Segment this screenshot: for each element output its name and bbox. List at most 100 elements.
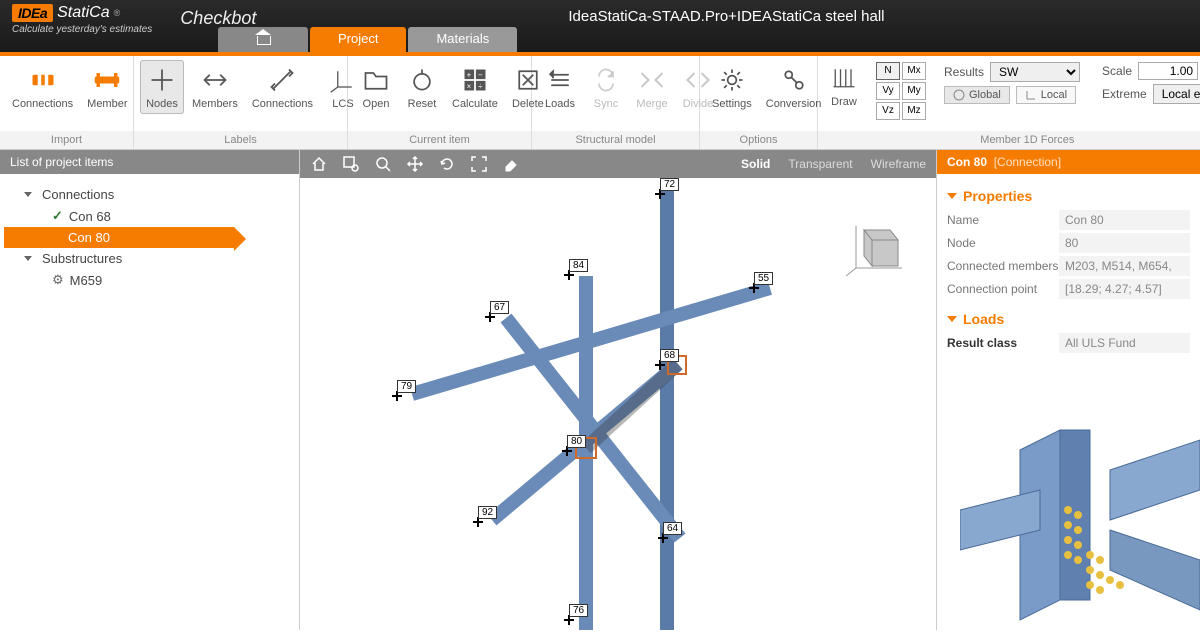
axis-vz-button[interactable]: Vz (876, 102, 900, 120)
import-connections-button[interactable]: Connections (6, 60, 79, 114)
mode-transparent[interactable]: Transparent (788, 157, 852, 171)
panel-header: Con 80 [Connection] (937, 150, 1200, 174)
tab-home[interactable] (218, 27, 308, 52)
axis-my-button[interactable]: My (902, 82, 926, 100)
node-label: 68 (660, 349, 679, 362)
tab-project[interactable]: Project (310, 27, 406, 52)
tree-item-con68[interactable]: ✓Con 68 (4, 205, 295, 227)
prop-name-value[interactable]: Con 80 (1059, 210, 1190, 230)
rotate-button[interactable] (438, 155, 456, 173)
prop-point: Connection point[18.29; 4.27; 4.57] (947, 279, 1190, 299)
prop-node: Node80 (947, 233, 1190, 253)
reset-button[interactable]: Reset (400, 60, 444, 114)
nodes-icon (146, 64, 178, 96)
app-name: Checkbot (180, 8, 256, 29)
results-select[interactable]: SW (990, 62, 1080, 82)
results-label: Results (944, 65, 984, 79)
tree-substructures-group[interactable]: Substructures (4, 248, 295, 269)
mode-wireframe[interactable]: Wireframe (871, 157, 926, 171)
global-button[interactable]: Global (944, 86, 1010, 104)
logo-block: IDEa StatiCa ® Calculate yesterday's est… (12, 4, 152, 35)
axis-n-button[interactable]: N (876, 62, 900, 80)
node-label: 64 (663, 522, 682, 535)
section-loads[interactable]: Loads (947, 311, 1190, 327)
panel-title: Con 80 (947, 155, 987, 169)
svg-text:×: × (467, 82, 472, 91)
home-view-button[interactable] (310, 155, 328, 173)
ribbon-label-member1d: Member 1D Forces (818, 131, 1200, 149)
sidebar: List of project items Connections ✓Con 6… (0, 150, 300, 630)
loads-icon (544, 64, 576, 96)
tree-connections-group[interactable]: Connections (4, 184, 295, 205)
tree-item-con80[interactable]: Con 80 (4, 227, 234, 248)
ribbon-group-import: Connections Member Import (0, 56, 134, 149)
labels-connections-icon (266, 64, 298, 96)
settings-button[interactable]: Settings (706, 60, 758, 114)
fit-button[interactable] (470, 155, 488, 173)
pan-button[interactable] (406, 155, 424, 173)
calculate-label: Calculate (452, 98, 498, 110)
draw-button[interactable]: Draw (822, 58, 866, 112)
scale-input[interactable] (1138, 62, 1198, 80)
axes-icon (1025, 89, 1037, 101)
check-icon: ✓ (52, 208, 63, 224)
axis-mx-button[interactable]: Mx (902, 62, 926, 80)
sync-button[interactable]: Sync (584, 60, 628, 114)
merge-button[interactable]: Merge (630, 60, 674, 114)
extreme-select[interactable]: Local extre… (1153, 84, 1200, 104)
node-label: 55 (754, 272, 773, 285)
mode-solid[interactable]: Solid (741, 157, 770, 171)
svg-text:+: + (467, 70, 472, 79)
calculate-button[interactable]: +−×÷Calculate (446, 60, 504, 114)
axis-mz-button[interactable]: Mz (902, 102, 926, 120)
open-button[interactable]: Open (354, 60, 398, 114)
loads-button[interactable]: Loads (538, 60, 582, 114)
import-member-button[interactable]: Member (81, 60, 133, 114)
result-class-value[interactable]: All ULS Fund (1059, 333, 1190, 353)
local-button[interactable]: Local (1016, 86, 1076, 104)
titlebar: IDEa StatiCa ® Calculate yesterday's est… (0, 0, 1200, 52)
properties-panel: Con 80 [Connection] Properties NameCon 8… (936, 150, 1200, 630)
zoom-button[interactable] (374, 155, 392, 173)
trademark-icon: ® (114, 8, 121, 18)
loads-label: Loads (545, 98, 575, 110)
home-icon (255, 31, 271, 45)
gear-icon: ⚙ (52, 272, 64, 288)
ribbon-group-options: Settings Conversion Options (700, 56, 818, 149)
orientation-cube[interactable] (846, 218, 906, 278)
labels-connections-label: Connections (252, 98, 313, 110)
zoom-selection-button[interactable] (342, 155, 360, 173)
node-label: 72 (660, 178, 679, 191)
globe-icon (953, 89, 965, 101)
ribbon-group-current: Open Reset +−×÷Calculate Delete Current … (348, 56, 532, 149)
viewport-toolbar: Solid Transparent Wireframe (300, 150, 936, 178)
connection-preview[interactable] (937, 364, 1200, 630)
members-label: Members (192, 98, 238, 110)
import-member-label: Member (87, 98, 127, 110)
node-label: 79 (397, 380, 416, 393)
canvas-3d[interactable]: 72845567687980926476 (300, 178, 936, 630)
prop-node-value: 80 (1059, 233, 1190, 253)
settings-icon (716, 64, 748, 96)
tree-item-m659[interactable]: ⚙M659 (4, 269, 295, 291)
prop-point-value: [18.29; 4.27; 4.57] (1059, 279, 1190, 299)
viewport: Solid Transparent Wireframe (300, 150, 936, 630)
eraser-button[interactable] (502, 155, 520, 173)
ribbon-label-structural: Structural model (532, 131, 699, 149)
labels-connections-button[interactable]: Connections (246, 60, 319, 114)
members-button[interactable]: Members (186, 60, 244, 114)
scale-label: Scale (1102, 64, 1132, 78)
ribbon-label-options: Options (700, 131, 817, 149)
caret-down-icon (947, 193, 957, 199)
merge-label: Merge (636, 98, 667, 110)
section-properties[interactable]: Properties (947, 188, 1190, 204)
project-tree: Connections ✓Con 68 Con 80 Substructures… (0, 174, 299, 301)
axis-vy-button[interactable]: Vy (876, 82, 900, 100)
import-connections-label: Connections (12, 98, 73, 110)
node-label: 80 (567, 435, 586, 448)
nodes-button[interactable]: Nodes (140, 60, 184, 114)
open-icon (360, 64, 392, 96)
tab-materials[interactable]: Materials (408, 27, 517, 52)
conversion-label: Conversion (766, 98, 822, 110)
prop-members-value: M203, M514, M654, (1059, 256, 1190, 276)
